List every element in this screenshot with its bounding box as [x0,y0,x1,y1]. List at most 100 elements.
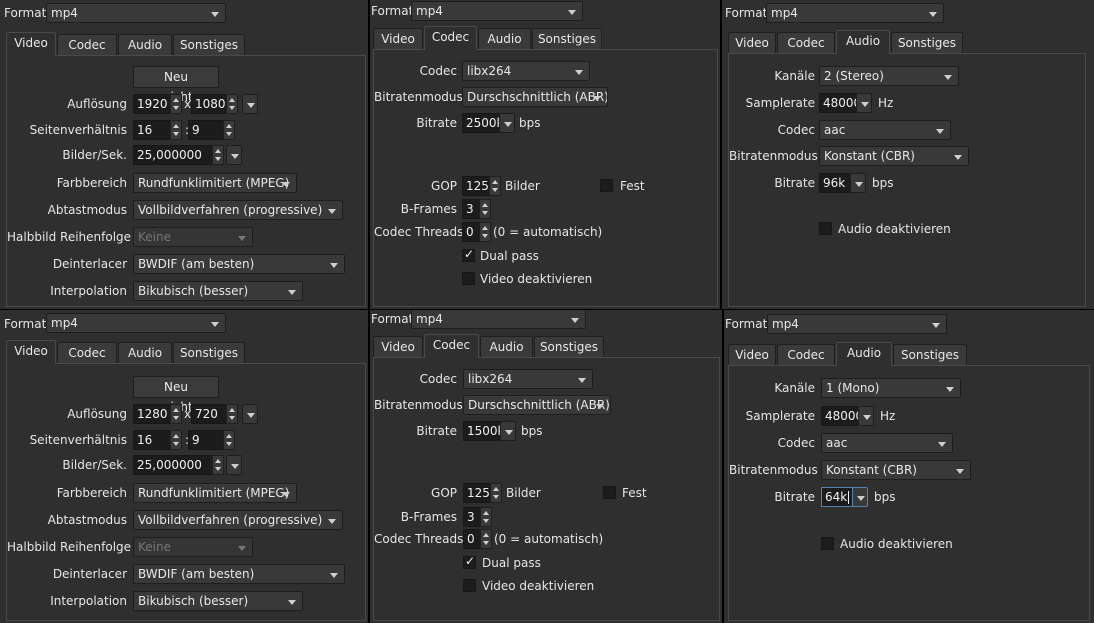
tab-video[interactable]: Video [6,340,56,364]
audio-rate-mode-select[interactable]: Konstant (CBR) [821,460,971,480]
height-stepper[interactable] [226,404,238,424]
tab-codec[interactable]: Codec [57,342,117,363]
bitrate-preset-dropdown[interactable] [499,113,515,133]
tab-codec[interactable]: Codec [777,344,835,365]
gop-input[interactable]: 125 [462,176,490,196]
tab-audio[interactable]: Audio [118,34,172,55]
aspect-width-input[interactable]: 16 [133,430,171,450]
disable-audio-checkbox[interactable] [819,222,832,235]
samplerate-input[interactable]: 48000 [821,406,859,426]
format-select[interactable]: mp4 [767,314,947,334]
fps-stepper[interactable] [212,455,224,475]
aspect-width-input[interactable]: 16 [133,120,171,140]
tab-codec[interactable]: Codec [424,334,479,358]
threads-stepper[interactable] [479,222,491,242]
color-range-select[interactable]: Rundfunklimitiert (MPEG) [133,173,297,193]
audio-codec-select[interactable]: aac [819,120,951,140]
samplerate-preset-dropdown[interactable] [856,93,872,113]
interpolation-select[interactable]: Bikubisch (besser) [133,281,303,301]
tab-sonstiges[interactable]: Sonstiges [173,342,245,363]
tab-audio[interactable]: Audio [480,336,533,357]
color-range-select[interactable]: Rundfunklimitiert (MPEG) [133,483,297,503]
tab-codec[interactable]: Codec [57,34,117,55]
scan-mode-select[interactable]: Vollbildverfahren (progressive) [133,510,343,530]
fps-preset-dropdown[interactable] [226,145,242,165]
tab-video[interactable]: Video [728,344,776,365]
codec-select[interactable]: libx264 [462,61,590,81]
fps-input[interactable]: 25,000000 [133,145,213,165]
disable-video-checkbox[interactable] [463,579,476,592]
bitrate-input[interactable]: 2500k [462,113,500,133]
threads-input[interactable]: 0 [463,529,481,549]
bframes-stepper[interactable] [480,507,492,527]
tab-video[interactable]: Video [728,32,776,53]
format-select[interactable]: mp4 [411,310,586,329]
aspect-height-stepper[interactable] [223,120,235,140]
channels-select[interactable]: 1 (Mono) [821,378,961,398]
tab-codec[interactable]: Codec [424,26,477,50]
tab-sonstiges[interactable]: Sonstiges [891,32,963,53]
height-input[interactable]: 1080 [191,94,227,114]
audio-codec-select[interactable]: aac [821,433,953,453]
deinterlacer-select[interactable]: BWDIF (am besten) [133,254,345,274]
rate-mode-select[interactable]: Durschschnittlich (ABR) [463,395,611,415]
width-input[interactable]: 1280 [133,404,171,424]
tab-sonstiges[interactable]: Sonstiges [893,344,967,365]
tab-sonstiges[interactable]: Sonstiges [532,28,602,49]
aspect-height-input[interactable]: 9 [188,120,224,140]
samplerate-input[interactable]: 48000 [819,93,857,113]
aspect-height-stepper[interactable] [223,430,235,450]
tab-video[interactable]: Video [6,32,56,56]
format-select[interactable]: mp4 [46,313,226,333]
height-input[interactable]: 720 [191,404,227,424]
aspect-height-input[interactable]: 9 [188,430,224,450]
audio-rate-mode-select[interactable]: Konstant (CBR) [819,146,969,166]
tab-video[interactable]: Video [373,336,423,357]
fps-input[interactable]: 25,000000 [133,455,213,475]
bitrate-input[interactable]: 1500k [463,421,501,441]
dual-pass-checkbox[interactable] [462,247,475,262]
fixed-gop-checkbox[interactable] [603,486,616,499]
tab-audio[interactable]: Audio [118,342,172,363]
interpolation-select[interactable]: Bikubisch (besser) [133,591,303,611]
aspect-width-stepper[interactable] [170,120,182,140]
audio-bitrate-input[interactable]: 64k [821,487,853,507]
audio-bitrate-input[interactable]: 96k [819,173,851,193]
channels-select[interactable]: 2 (Stereo) [819,66,959,86]
width-stepper[interactable] [170,94,182,114]
samplerate-preset-dropdown[interactable] [858,406,874,426]
resolution-preset-dropdown[interactable] [242,94,258,114]
bframes-input[interactable]: 3 [462,199,480,219]
fps-stepper[interactable] [212,145,224,165]
scan-mode-select[interactable]: Vollbildverfahren (progressive) [133,200,343,220]
disable-video-checkbox[interactable] [462,272,475,285]
dual-pass-checkbox[interactable] [463,554,476,569]
tab-audio[interactable]: Audio [836,30,890,54]
gop-stepper[interactable] [489,176,501,196]
width-input[interactable]: 1920 [133,94,171,114]
tab-codec[interactable]: Codec [777,32,835,53]
audio-bitrate-preset-dropdown[interactable] [850,173,866,193]
codec-select[interactable]: libx264 [463,369,593,389]
audio-bitrate-preset-dropdown[interactable] [852,487,868,507]
rate-mode-select[interactable]: Durschschnittlich (ABR) [462,87,608,107]
threads-input[interactable]: 0 [462,222,480,242]
fixed-gop-checkbox[interactable] [600,179,613,192]
fps-preset-dropdown[interactable] [226,455,242,475]
reset-button[interactable]: Neu ausrichten [133,376,219,414]
format-select[interactable]: mp4 [411,1,583,21]
format-select[interactable]: mp4 [46,3,226,23]
height-stepper[interactable] [226,94,238,114]
bframes-stepper[interactable] [479,199,491,219]
gop-stepper[interactable] [490,483,502,503]
reset-button[interactable]: Neu ausrichten [133,66,219,104]
tab-audio[interactable]: Audio [836,342,892,366]
threads-stepper[interactable] [480,529,492,549]
tab-video[interactable]: Video [373,28,423,49]
format-select[interactable]: mp4 [766,3,944,23]
deinterlacer-select[interactable]: BWDIF (am besten) [133,564,345,584]
tab-audio[interactable]: Audio [478,28,531,49]
tab-sonstiges[interactable]: Sonstiges [534,336,604,357]
width-stepper[interactable] [170,404,182,424]
bitrate-preset-dropdown[interactable] [500,421,516,441]
